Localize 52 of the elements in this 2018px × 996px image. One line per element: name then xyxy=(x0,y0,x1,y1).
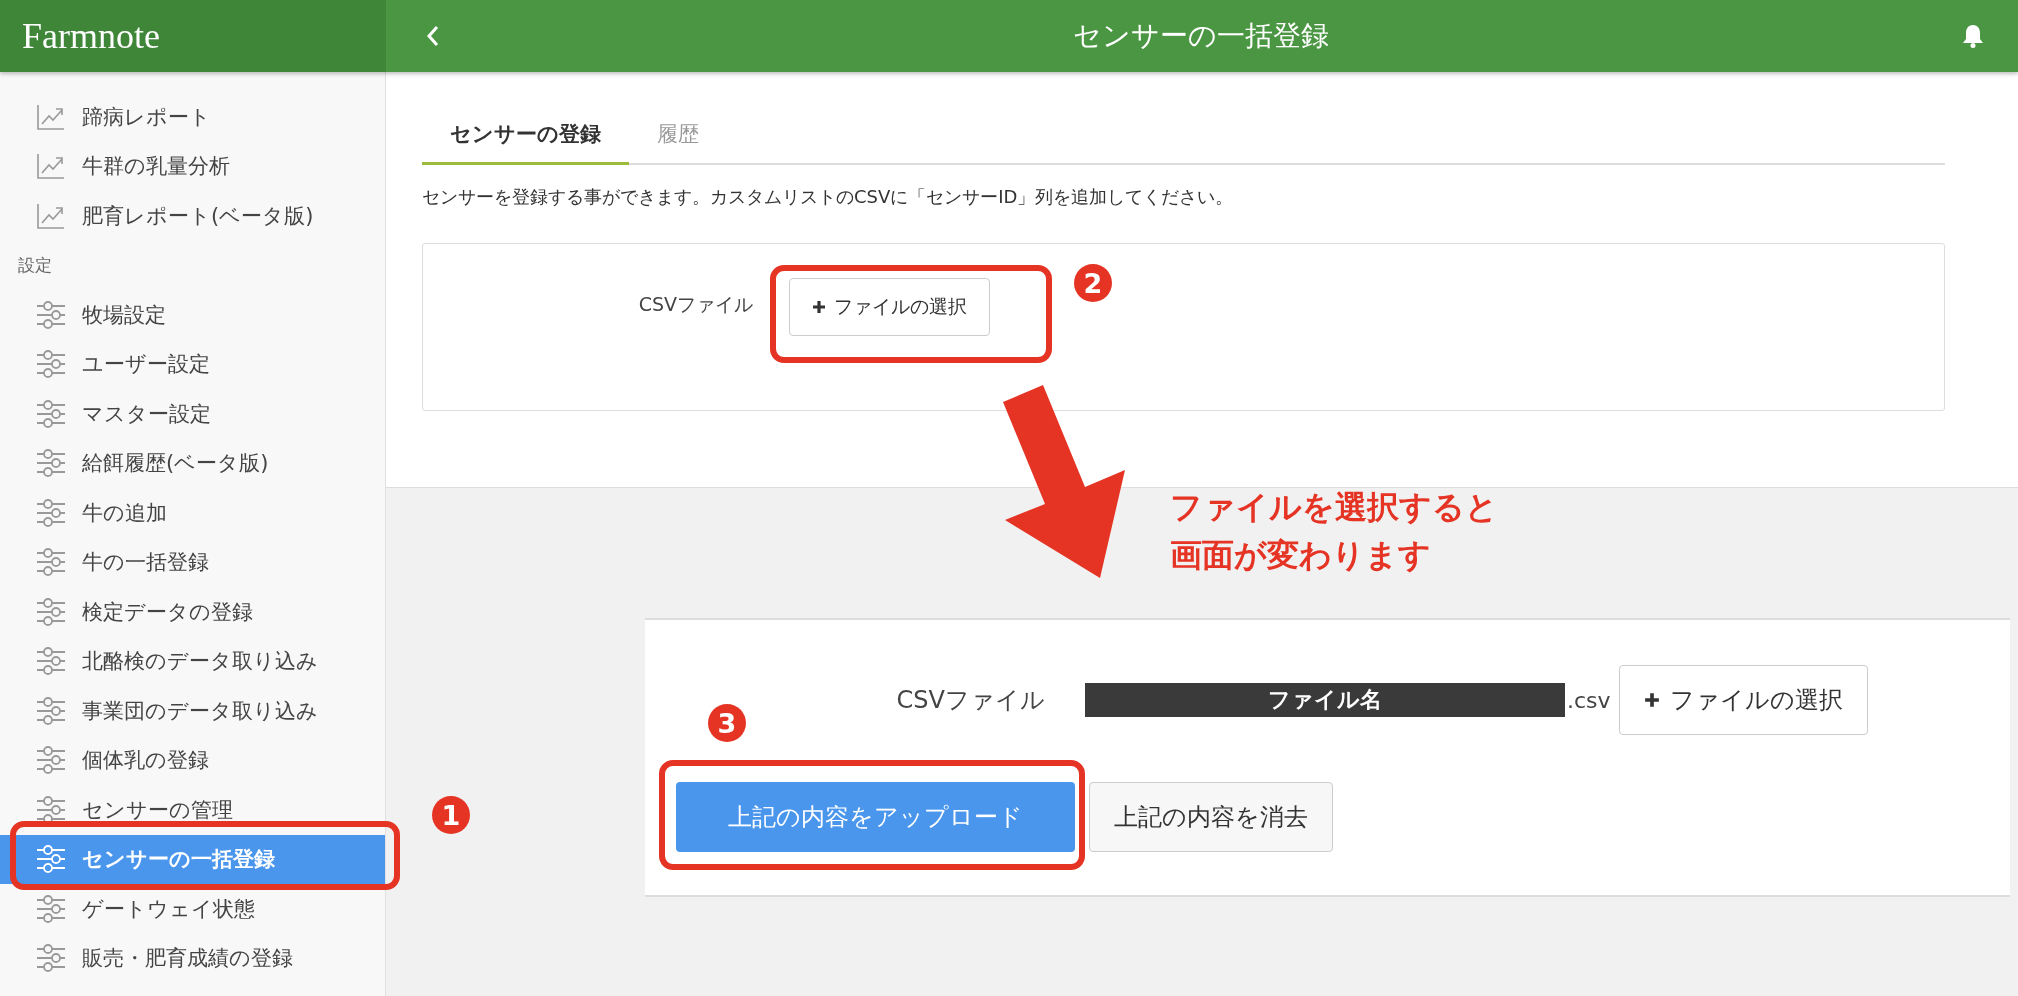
plus-icon xyxy=(1643,692,1660,708)
chart-icon xyxy=(36,102,66,131)
file-select-button[interactable]: ファイルの選択 xyxy=(789,278,990,336)
sidebar-item[interactable]: ゲートウェイ状態 xyxy=(0,884,385,934)
sliders-icon xyxy=(36,300,66,329)
bell-icon[interactable] xyxy=(1962,24,1984,48)
sliders-icon xyxy=(36,795,66,824)
back-icon[interactable] xyxy=(426,25,440,47)
file-name-bar: ファイル名 xyxy=(1085,683,1565,717)
sliders-icon xyxy=(36,647,66,676)
annotation-text: ファイルを選択すると xyxy=(1170,487,1498,528)
sidebar-item[interactable]: 牧場設定 xyxy=(0,290,385,340)
sidebar-item[interactable]: 給餌履歴(ベータ版) xyxy=(0,438,385,488)
plus-icon xyxy=(812,300,826,314)
sliders-icon xyxy=(36,399,66,428)
description-text: センサーを登録する事ができます。カスタムリストのCSVに「センサーID」列を追加してください。 xyxy=(422,185,1235,209)
tab[interactable]: センサーの登録 xyxy=(422,108,629,165)
sidebar-item[interactable]: 北酪検のデータ取り込み xyxy=(0,636,385,686)
sidebar-item[interactable]: 肥育レポート(ベータ版) xyxy=(0,191,385,241)
sliders-icon xyxy=(36,350,66,379)
file-extension: .csv xyxy=(1567,687,1611,713)
sidebar-item[interactable]: マスター設定 xyxy=(0,389,385,439)
sliders-icon xyxy=(36,746,66,775)
sidebar-item[interactable]: 蹄病レポート xyxy=(0,92,385,142)
sidebar-item[interactable]: 牛の一括登録 xyxy=(0,537,385,587)
sidebar-item[interactable]: 牛の追加 xyxy=(0,488,385,538)
sliders-icon xyxy=(36,944,66,973)
sliders-icon xyxy=(36,597,66,626)
farmnote-logo[interactable]: Farmnote xyxy=(22,15,160,57)
sliders-icon xyxy=(36,696,66,725)
sliders-icon xyxy=(36,845,66,874)
sliders-icon xyxy=(36,498,66,527)
clear-button[interactable]: 上記の内容を消去 xyxy=(1089,782,1333,852)
sidebar-item[interactable]: ユーザー設定 xyxy=(0,339,385,389)
sidebar-item[interactable]: 検定データの登録 xyxy=(0,587,385,637)
sliders-icon xyxy=(36,449,66,478)
section-heading: 設定 xyxy=(17,253,53,277)
sliders-icon xyxy=(36,894,66,923)
page-title: センサーの一括登録 xyxy=(1073,18,1329,54)
chart-icon xyxy=(36,201,66,230)
step-number-badge: 1 xyxy=(432,796,470,834)
sidebar-item[interactable]: 牛群の乳量分析 xyxy=(0,141,385,191)
annotation-text: 画面が変わります xyxy=(1170,535,1432,576)
sidebar-item[interactable]: 個体乳の登録 xyxy=(0,735,385,785)
file-select-button[interactable]: ファイルの選択 xyxy=(1618,665,1868,735)
sliders-icon xyxy=(36,548,66,577)
sidebar-item[interactable]: 販売・肥育成績の登録 xyxy=(0,933,385,983)
chart-icon xyxy=(36,152,66,181)
sidebar-item[interactable]: 事業団のデータ取り込み xyxy=(0,686,385,736)
field-label: CSVファイル xyxy=(895,685,1045,716)
field-label: CSVファイル xyxy=(637,292,753,317)
sidebar-item[interactable]: センサーの管理 xyxy=(0,785,385,835)
